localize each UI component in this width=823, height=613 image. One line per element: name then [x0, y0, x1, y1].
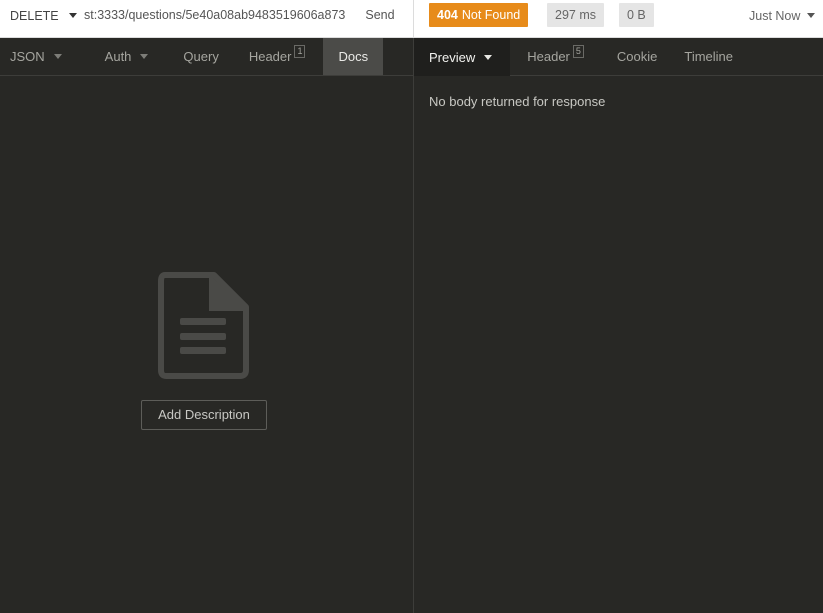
response-size-badge: 0 B	[619, 3, 654, 27]
chevron-down-icon	[140, 54, 149, 59]
tab-label: Docs	[338, 49, 369, 64]
tab-query[interactable]: Query	[161, 38, 231, 75]
tab-preview[interactable]: Preview	[414, 38, 511, 76]
method-label: DELETE	[10, 8, 59, 23]
chevron-down-icon	[807, 13, 816, 18]
status-badge: 404 Not Found	[429, 3, 529, 27]
tab-label: Auth	[104, 49, 132, 64]
divider	[413, 0, 414, 38]
chevron-down-icon	[68, 13, 77, 18]
chevron-down-icon	[484, 54, 493, 60]
status-code: 404	[437, 8, 458, 22]
tab-label: Cookie	[616, 49, 658, 64]
tab-label: Preview	[429, 49, 476, 65]
add-description-button[interactable]: Add Description	[141, 400, 267, 430]
tab-body[interactable]: JSON	[0, 38, 75, 75]
tab-label: Header	[248, 49, 292, 64]
preview-pane	[414, 76, 823, 613]
tab-label: JSON	[10, 49, 45, 64]
tab-timeline[interactable]: Timeline	[670, 38, 746, 75]
method-dropdown[interactable]: DELETE	[10, 0, 77, 31]
header-count-badge: 5	[572, 45, 584, 58]
chevron-down-icon	[53, 54, 62, 59]
header-count-badge: 1	[294, 45, 306, 58]
tab-docs[interactable]: Docs	[323, 38, 384, 75]
response-tabs: Preview Header 5 Cookie Timeline	[414, 38, 823, 76]
url-input[interactable]: st:3333/questions/5e40a08ab9483519606a87…	[84, 0, 350, 31]
response-time-badge: 297 ms	[547, 3, 604, 27]
empty-response-message: No body returned for response	[429, 94, 606, 109]
tab-label: Header	[527, 49, 570, 64]
tab-auth[interactable]: Auth	[75, 38, 162, 75]
response-history-dropdown[interactable]: Just Now	[749, 0, 816, 31]
status-text: Not Found	[461, 8, 521, 22]
send-button[interactable]: Send	[352, 0, 408, 31]
tab-label: Timeline	[684, 49, 734, 64]
tab-cookie[interactable]: Cookie	[597, 38, 670, 75]
document-icon	[158, 272, 249, 379]
request-tabs: JSON Auth Query Header 1 Docs	[0, 38, 413, 76]
tab-header[interactable]: Header 1	[232, 38, 319, 75]
history-label: Just Now	[749, 8, 801, 23]
request-bar: DELETE st:3333/questions/5e40a08ab948351…	[0, 0, 823, 38]
tab-label: Query	[183, 49, 219, 64]
tab-response-header[interactable]: Header 5	[510, 38, 597, 75]
